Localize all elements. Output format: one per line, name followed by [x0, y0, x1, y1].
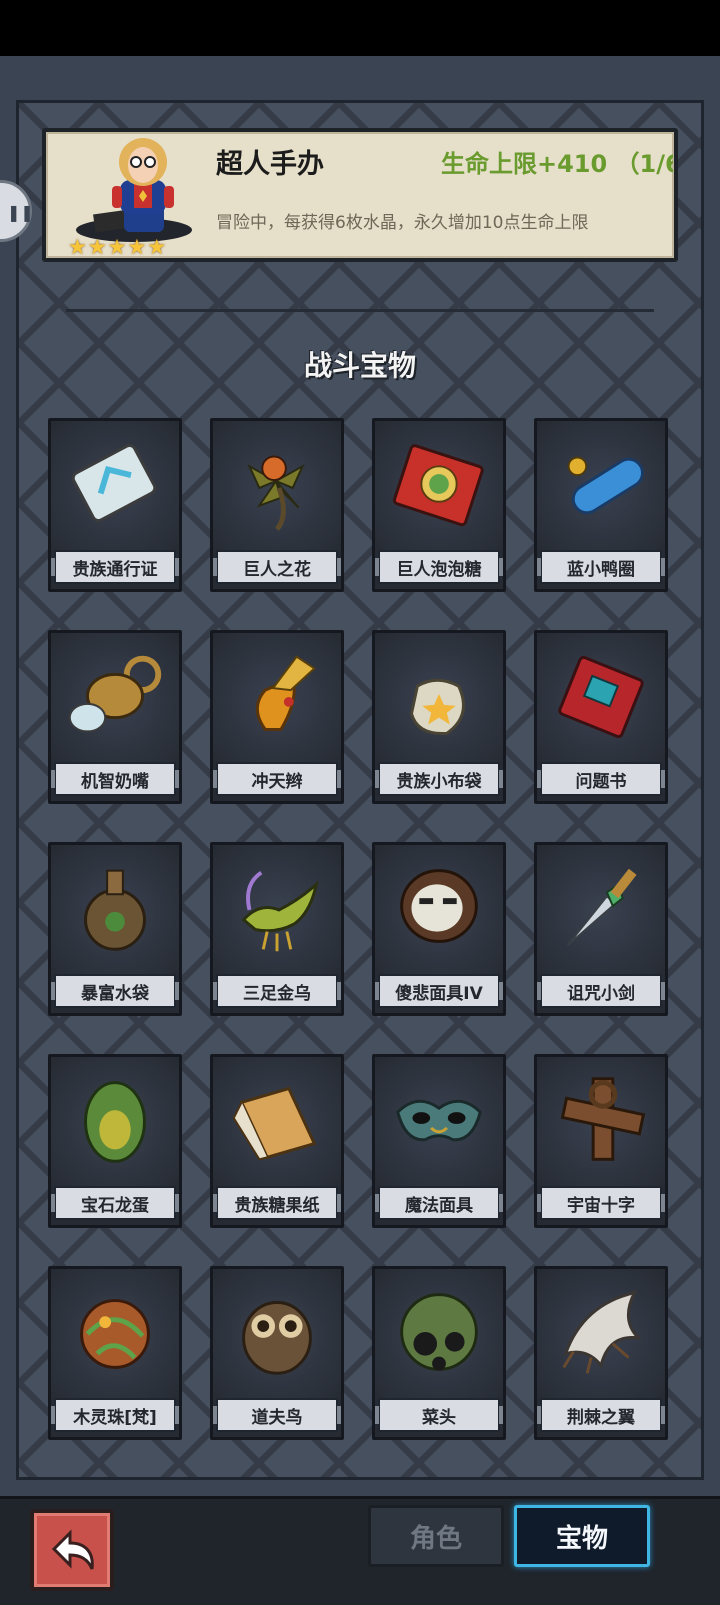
treasure-item[interactable]: 贵族小布袋 [372, 630, 506, 804]
question-book-icon [558, 655, 644, 739]
treasure-item-label: 贵族糖果纸 [213, 1186, 341, 1220]
treasure-item[interactable]: 机智奶嘴 [48, 630, 182, 804]
pigtail-icon [255, 655, 316, 731]
treasure-item-label: 机智奶嘴 [51, 762, 179, 796]
treasure-item-label: 蓝小鸭圈 [537, 550, 665, 584]
treasure-item[interactable]: 巨人之花 [210, 418, 344, 592]
cursed-dagger-icon [566, 868, 637, 947]
star-icon: ★ [107, 235, 127, 259]
treasure-item[interactable]: 魔法面具 [372, 1054, 506, 1228]
sad-mask-icon [400, 869, 478, 943]
back-button[interactable] [30, 1509, 114, 1591]
pause-icon: ❚❚ [7, 203, 34, 222]
treasure-item[interactable]: 冲天辫 [210, 630, 344, 804]
treasure-item-label: 暴富水袋 [51, 974, 179, 1008]
treasure-item-label: 诅咒小剑 [537, 974, 665, 1008]
status-bar [0, 0, 720, 56]
treasure-item[interactable]: 荆棘之翼 [534, 1266, 668, 1440]
back-arrow-icon [51, 1529, 94, 1570]
treasure-item-label: 贵族小布袋 [375, 762, 503, 796]
tab-treasure[interactable]: 宝物 [514, 1505, 650, 1567]
noble-pass-card-icon [71, 444, 157, 522]
giant-flower-icon [247, 455, 305, 531]
treasure-item-label: 宝石龙蛋 [51, 1186, 179, 1220]
treasure-item[interactable]: 三足金乌 [210, 842, 344, 1016]
treasure-item-label: 贵族通行证 [51, 550, 179, 584]
blue-duck-ring-icon [567, 456, 644, 515]
hero-description: 冒险中，每获得6枚水晶，永久增加10点生命上限 [216, 213, 589, 233]
treasure-item[interactable]: 巨人泡泡糖 [372, 418, 506, 592]
treasure-item[interactable]: 贵族通行证 [48, 418, 182, 592]
treasure-item[interactable]: 道夫鸟 [210, 1266, 344, 1440]
giant-bubblegum-icon [392, 444, 484, 527]
cosmic-cross-icon [560, 1077, 646, 1161]
pacifier-icon [68, 655, 162, 733]
treasure-item-label: 问题书 [537, 762, 665, 796]
treasure-item-label: 木灵珠[梵] [51, 1398, 179, 1432]
treasure-item[interactable]: 贵族糖果纸 [210, 1054, 344, 1228]
star-icon: ★ [87, 235, 107, 259]
bottom-nav: 角色 宝物 [0, 1496, 720, 1605]
treasure-item-label: 傻悲面具IV [375, 974, 503, 1008]
treasure-item-label: 宇宙十字 [537, 1186, 665, 1220]
candy-wrapper-icon [232, 1086, 317, 1161]
veggie-head-icon [400, 1293, 478, 1371]
treasure-grid: 贵族通行证 巨人之花 巨人泡泡糖 蓝小鸭圈机智奶嘴 冲天辫 贵族小布袋 问题书暴富水袋 三足金… [48, 418, 668, 1440]
treasure-item-label: 荆棘之翼 [537, 1398, 665, 1432]
treasure-item-label: 冲天辫 [213, 762, 341, 796]
treasure-item[interactable]: 宝石龙蛋 [48, 1054, 182, 1228]
treasure-item-label: 三足金乌 [213, 974, 341, 1008]
treasure-item[interactable]: 木灵珠[梵] [48, 1266, 182, 1440]
star-icon: ★ [68, 235, 87, 259]
dragon-egg-icon [84, 1081, 146, 1163]
magic-mask-icon [396, 1099, 482, 1142]
treasure-item-label: 巨人泡泡糖 [375, 550, 503, 584]
tab-role[interactable]: 角色 [368, 1505, 504, 1567]
hero-bonus: 生命上限+410 （1/6 [441, 150, 673, 178]
golden-crow-icon [241, 870, 319, 952]
treasure-item[interactable]: 傻悲面具IV [372, 842, 506, 1016]
treasure-item[interactable]: 宇宙十字 [534, 1054, 668, 1228]
wood-spirit-orb-icon [80, 1299, 150, 1369]
treasure-item-label: 魔法面具 [375, 1186, 503, 1220]
treasure-item-label: 菜头 [375, 1398, 503, 1432]
owl-icon [242, 1301, 312, 1375]
water-flask-icon [84, 869, 146, 951]
treasure-item[interactable]: 蓝小鸭圈 [534, 418, 668, 592]
cloth-pouch-icon [409, 678, 465, 735]
treasure-item[interactable]: 问题书 [534, 630, 668, 804]
thorn-wing-icon [562, 1290, 643, 1374]
star-icon: ★ [147, 235, 167, 259]
section-title: 战斗宝物 [303, 349, 416, 382]
treasure-item-label: 道夫鸟 [213, 1398, 341, 1432]
hero-card[interactable]: ★ ★ ★ ★ ★ 超人手办 生命上限+410 （1/6 冒险中，每获得6枚水晶，永久增… [42, 128, 678, 262]
hero-star-rating: ★ ★ ★ ★ ★ [68, 236, 166, 258]
section-divider [66, 309, 654, 312]
star-icon: ★ [127, 235, 147, 259]
treasure-item[interactable]: 菜头 [372, 1266, 506, 1440]
hero-name: 超人手办 [216, 149, 324, 180]
treasure-item[interactable]: 诅咒小剑 [534, 842, 668, 1016]
treasure-item[interactable]: 暴富水袋 [48, 842, 182, 1016]
treasure-item-label: 巨人之花 [213, 550, 341, 584]
